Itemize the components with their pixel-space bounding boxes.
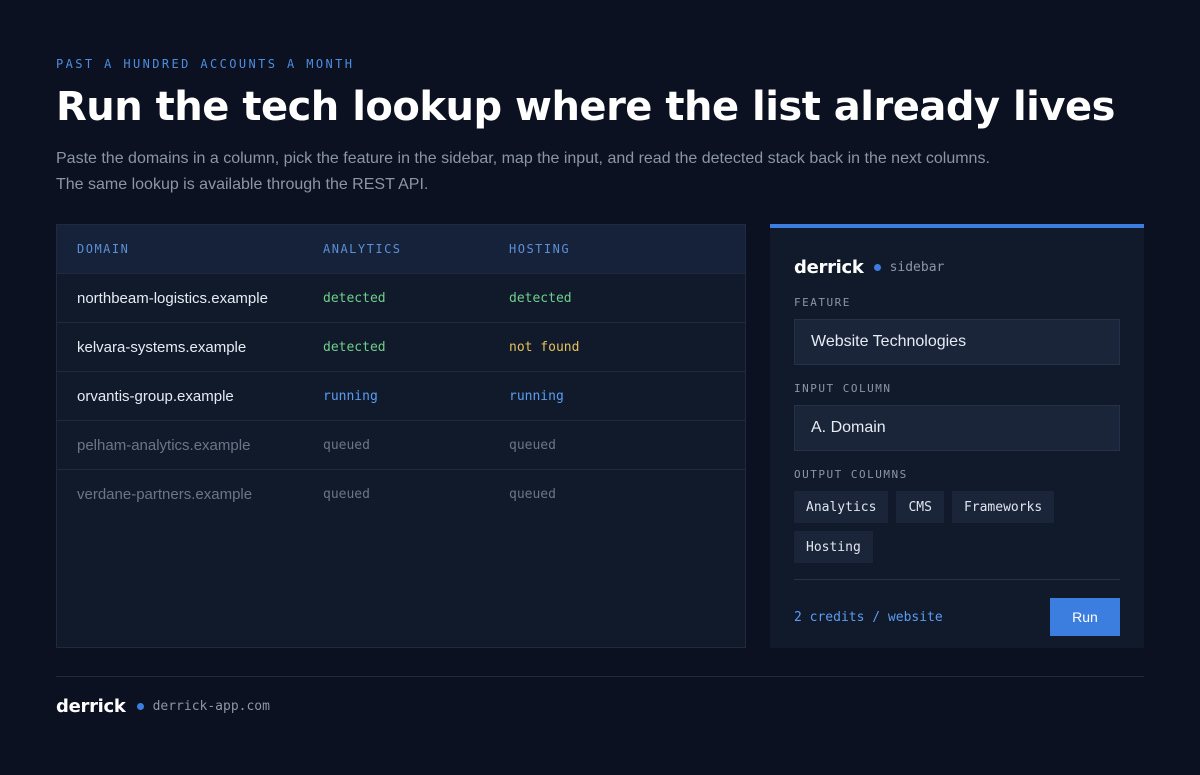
footer-url-link[interactable]: derrick-app.com (153, 699, 270, 714)
divider (794, 579, 1120, 580)
sidebar-subtitle: sidebar (889, 259, 945, 275)
hosting-status: not found (509, 339, 580, 355)
output-columns-list: Analytics CMS Frameworks Hosting (794, 491, 1120, 563)
analytics-status: detected (323, 339, 386, 355)
page: PAST A HUNDRED ACCOUNTS A MONTH Run the … (0, 0, 1200, 775)
output-chip-cms[interactable]: CMS (896, 491, 944, 523)
analytics-status: detected (323, 290, 386, 306)
domain-cell[interactable]: pelham-analytics.example (57, 437, 323, 454)
column-header-hosting[interactable]: HOSTING (509, 242, 709, 256)
domain-cell[interactable]: northbeam-logistics.example (57, 290, 323, 307)
page-title: Run the tech lookup where the list alrea… (56, 84, 1115, 130)
analytics-status: running (323, 388, 378, 404)
hosting-status: queued (509, 487, 556, 502)
output-chip-frameworks[interactable]: Frameworks (951, 491, 1055, 523)
input-column-select[interactable]: A. Domain (794, 405, 1120, 451)
page-subtitle: Paste the domains in a column, pick the … (56, 150, 990, 193)
credits-info: 2 credits / website (794, 609, 943, 625)
analytics-status: queued (323, 487, 370, 502)
output-columns-label: OUTPUT COLUMNS (794, 468, 908, 481)
footer: derrick derrick-app.com (56, 696, 270, 717)
column-header-analytics[interactable]: ANALYTICS (323, 242, 509, 256)
run-button[interactable]: Run (1050, 598, 1120, 636)
domain-table: DOMAIN ANALYTICS HOSTING northbeam-logis… (56, 224, 746, 648)
table-row[interactable]: verdane-partners.example queued queued (57, 470, 745, 519)
sidebar-footer: 2 credits / website Run (794, 598, 1120, 636)
eyebrow: PAST A HUNDRED ACCOUNTS A MONTH (56, 57, 355, 71)
feature-select[interactable]: Website Technologies (794, 319, 1120, 365)
dot-icon (136, 703, 144, 710)
table-row[interactable]: orvantis-group.example running running (57, 372, 745, 421)
domain-cell[interactable]: orvantis-group.example (57, 388, 323, 405)
footer-brand-logo: derrick (56, 696, 126, 717)
table-row[interactable]: northbeam-logistics.example detected det… (57, 274, 745, 323)
domain-cell[interactable]: kelvara-systems.example (57, 339, 323, 356)
output-chip-analytics[interactable]: Analytics (794, 491, 889, 523)
domain-cell[interactable]: verdane-partners.example (57, 486, 323, 503)
table-row[interactable]: pelham-analytics.example queued queued (57, 421, 745, 470)
sidebar-header: derrick sidebar (794, 252, 1120, 282)
hosting-status: detected (509, 290, 572, 306)
derrick-sidebar: derrick sidebar FEATURE Website Technolo… (770, 224, 1144, 648)
hosting-status: queued (509, 437, 556, 453)
brand-logo: derrick (794, 256, 864, 278)
hosting-status: running (509, 388, 564, 404)
column-header-domain[interactable]: DOMAIN (57, 242, 323, 256)
output-chip-hosting[interactable]: Hosting (794, 531, 873, 563)
table-row[interactable]: kelvara-systems.example detected not fou… (57, 323, 745, 372)
feature-label: FEATURE (794, 296, 851, 309)
table-header: DOMAIN ANALYTICS HOSTING (57, 225, 745, 274)
analytics-status: queued (323, 437, 370, 453)
input-column-label: INPUT COLUMN (794, 382, 892, 395)
dot-icon (873, 263, 881, 271)
footer-divider (56, 676, 1144, 677)
